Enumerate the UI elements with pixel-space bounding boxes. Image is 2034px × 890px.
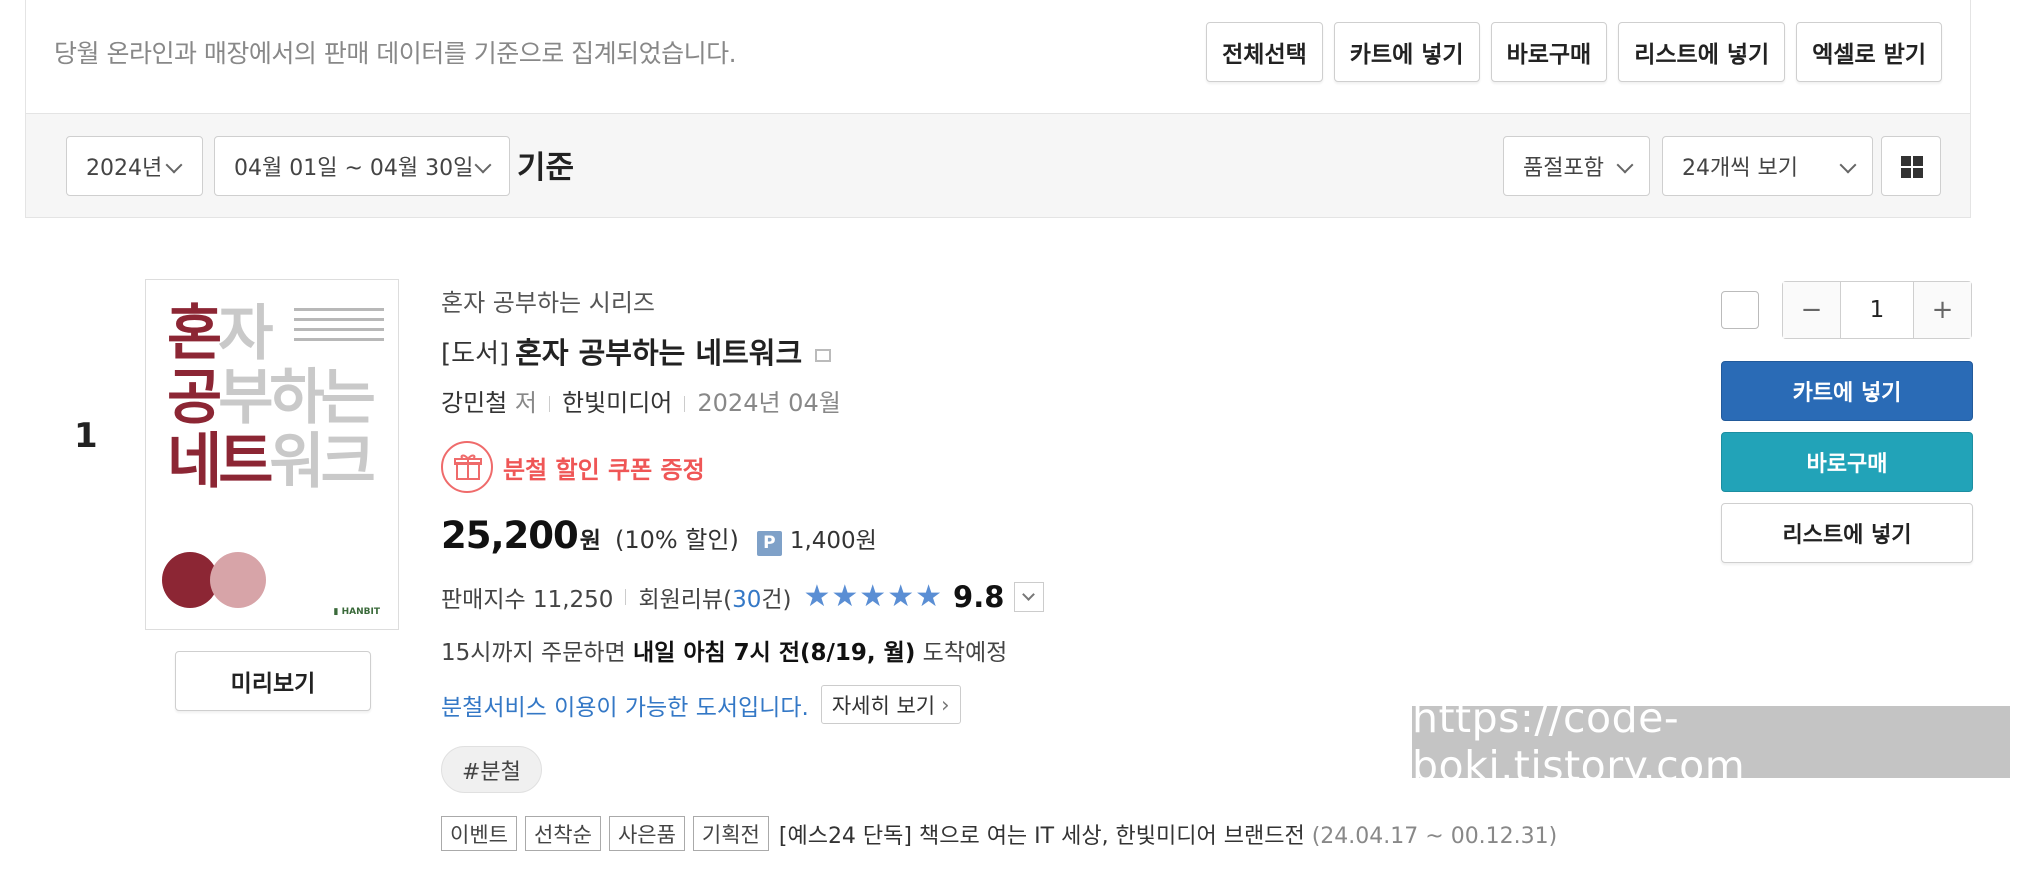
select-all-button[interactable]: 전체선택 [1206, 22, 1323, 82]
sales-index: 판매지수 11,250 [441, 587, 614, 613]
publisher-link[interactable]: 한빛미디어 [562, 389, 672, 417]
select-checkbox[interactable] [1721, 291, 1759, 329]
stock-filter-select[interactable]: 품절포함 [1503, 136, 1650, 196]
point-icon: P [756, 530, 782, 556]
chevron-down-icon [474, 156, 492, 174]
sales-review-row: 판매지수 11,250 회원리뷰(30건) ★ ★ ★ ★ ★ 9.8 [441, 580, 1045, 614]
star-icon: ★ [831, 579, 859, 614]
delivery-eta: 내일 아침 7시 전(8/19, 월) [633, 640, 916, 666]
cover-title-line3: 네트워크 [167, 427, 376, 497]
chevron-down-icon [1839, 156, 1857, 174]
author-suffix: 저 [514, 389, 537, 417]
book-cover-image[interactable]: 혼자 공부하는 네트워크 ▮ HANBIT [145, 279, 399, 630]
coupon-text: 분철 할인 쿠폰 증정 [503, 455, 705, 484]
series-link[interactable]: 혼자 공부하는 시리즈 [441, 283, 655, 318]
event-row: 이벤트 선착순 사은품 기획전 [예스24 단독] 책으로 여는 IT 세상, … [441, 816, 1557, 851]
star-icon: ★ [803, 579, 831, 614]
chevron-down-icon [1616, 156, 1634, 174]
hashtag-chip[interactable]: #분철 [441, 746, 542, 793]
add-to-cart-bulk-button[interactable]: 카트에 넣기 [1333, 22, 1480, 82]
plus-button[interactable]: + [1914, 282, 1971, 338]
product-category: [도서] [441, 338, 510, 369]
period-select[interactable]: 04월 01일 ~ 04월 30일 [214, 136, 510, 196]
delivery-info: 15시까지 주문하면 내일 아침 7시 전(8/19, 월) 도착예정 [441, 633, 1007, 667]
star-icon: ★ [915, 579, 943, 614]
watermark: https://code-boki.tistory.com [1412, 694, 2010, 790]
sale-price: 25,200 [441, 514, 579, 557]
preview-button[interactable]: 미리보기 [175, 651, 371, 711]
buy-now-button[interactable]: 바로구매 [1721, 432, 1973, 492]
divider [684, 396, 686, 412]
add-to-cart-button[interactable]: 카트에 넣기 [1721, 361, 1973, 421]
cover-blurb-lines [294, 308, 384, 348]
event-label: 이벤트 [441, 816, 517, 851]
list-toolbar: 당월 온라인과 매장에서의 판매 데이터를 기준으로 집계되었습니다. 전체선택… [25, 0, 1971, 114]
binding-service-text: 분철서비스 이용이 가능한 도서입니다. [441, 694, 809, 721]
author-link[interactable]: 강민철 [441, 389, 507, 417]
event-link[interactable]: [예스24 단독] 책으로 여는 IT 세상, 한빛미디어 브랜드전 (24.0… [779, 818, 1557, 850]
divider [548, 396, 550, 412]
publish-date: 2024년 04월 [697, 389, 841, 417]
year-select-value: 2024년 [86, 156, 163, 181]
quantity-input[interactable]: 1 [1840, 282, 1914, 338]
rating-score: 9.8 [953, 580, 1005, 614]
rating-stars: ★ ★ ★ ★ ★ [803, 582, 943, 612]
period-select-value: 04월 01일 ~ 04월 30일 [234, 156, 474, 181]
rank-number: 1 [74, 416, 98, 456]
minus-button[interactable]: − [1783, 282, 1840, 338]
aggregation-notice: 당월 온라인과 매장에서의 판매 데이터를 기준으로 집계되었습니다. [54, 39, 737, 68]
chevron-right-icon: › [941, 692, 950, 717]
cover-badge-circle [210, 552, 266, 608]
event-label: 선착순 [524, 816, 601, 851]
binding-service-row: 분철서비스 이용이 가능한 도서입니다. 자세히 보기 › [441, 685, 961, 724]
gift-icon [441, 441, 493, 493]
event-label: 기획전 [692, 816, 769, 851]
year-select[interactable]: 2024년 [66, 136, 203, 196]
rating-dropdown-button[interactable] [1014, 582, 1045, 612]
divider [625, 589, 627, 605]
cover-publisher-logo: ▮ HANBIT [333, 607, 380, 617]
new-window-icon[interactable] [815, 348, 832, 362]
excel-download-button[interactable]: 엑셀로 받기 [1796, 22, 1942, 82]
chevron-down-icon [165, 156, 183, 174]
filter-bar: 2024년 04월 01일 ~ 04월 30일 기준 품절포함 24개씩 보기 [25, 114, 1971, 218]
basis-label: 기준 [517, 150, 575, 186]
price-row: 25,200 원 (10% 할인) P 1,400원 [441, 514, 877, 557]
coupon-banner[interactable]: 분철 할인 쿠폰 증정 [441, 441, 705, 493]
price-unit: 원 [579, 528, 601, 554]
delivery-suffix: 도착예정 [915, 640, 1008, 666]
service-detail-button[interactable]: 자세히 보기 › [820, 685, 961, 724]
per-page-value: 24개씩 보기 [1682, 156, 1798, 181]
point-amount: 1,400원 [789, 528, 877, 554]
star-icon: ★ [859, 579, 887, 614]
buy-now-bulk-button[interactable]: 바로구매 [1490, 22, 1608, 82]
product-title-link[interactable]: 혼자 공부하는 네트워크 [515, 330, 802, 372]
delivery-prefix: 15시까지 주문하면 [441, 640, 634, 666]
cover-title-line2: 공부하는 [167, 363, 376, 433]
quantity-stepper: − 1 + [1782, 281, 1972, 339]
product-title: [도서] 혼자 공부하는 네트워크 [441, 330, 832, 372]
stock-filter-value: 품절포함 [1523, 156, 1604, 181]
cover-title-line1: 혼자 [167, 299, 273, 369]
add-to-list-button[interactable]: 리스트에 넣기 [1721, 503, 1973, 563]
bulk-actions: 전체선택 카트에 넣기 바로구매 리스트에 넣기 엑셀로 받기 [1206, 22, 1942, 82]
review-count-link[interactable]: 회원리뷰(30건) [638, 580, 791, 614]
star-icon: ★ [887, 579, 915, 614]
per-page-select[interactable]: 24개씩 보기 [1662, 136, 1873, 196]
add-to-list-bulk-button[interactable]: 리스트에 넣기 [1618, 22, 1786, 82]
grid-view-button[interactable] [1881, 136, 1941, 196]
event-label: 사은품 [608, 816, 685, 851]
chevron-down-icon [1022, 588, 1036, 601]
discount-rate: (10% 할인) [614, 526, 739, 554]
product-meta: 강민철 저 한빛미디어 2024년 04월 [441, 383, 841, 418]
